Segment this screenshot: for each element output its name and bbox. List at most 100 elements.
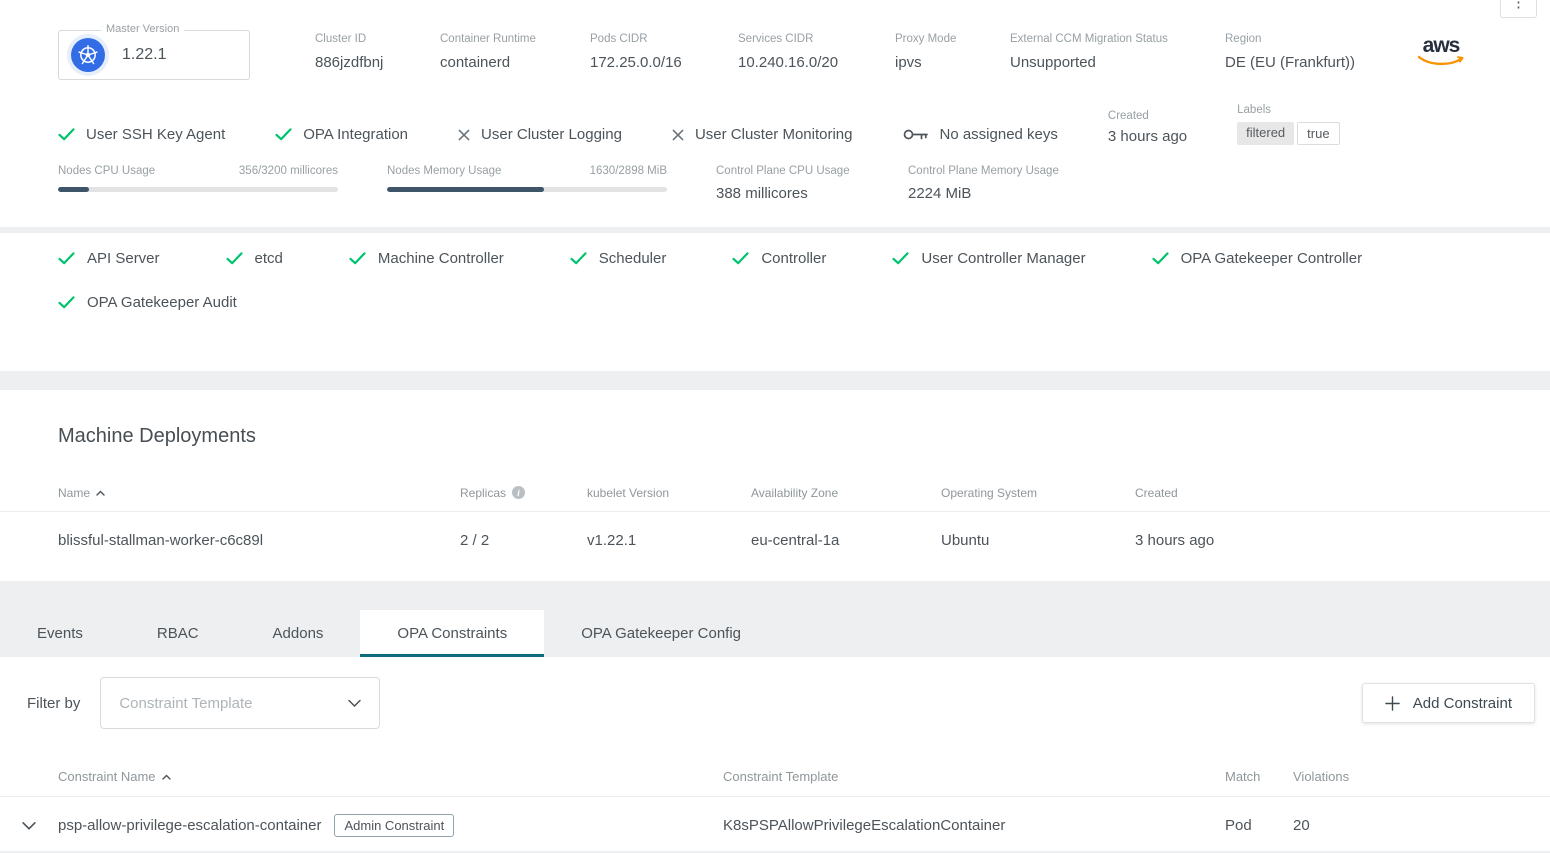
usage-label: Nodes CPU Usage xyxy=(58,165,155,177)
column-header-replicas: Replicas i xyxy=(460,486,587,500)
info-services-cidr: Services CIDR 10.240.16.0/20 xyxy=(738,33,895,71)
info-pods-cidr: Pods CIDR 172.25.0.0/16 xyxy=(590,33,738,71)
progress-bar-fill xyxy=(58,187,89,192)
health-api-server: API Server xyxy=(58,250,160,267)
cross-icon xyxy=(672,129,684,141)
column-header-created: Created xyxy=(1135,486,1550,500)
more-actions-button[interactable]: ⋮ xyxy=(1500,0,1537,18)
health-user-controller-manager: User Controller Manager xyxy=(892,250,1085,267)
usage-value: 1630/2898 MiB xyxy=(590,165,667,177)
constraint-template: K8sPSPAllowPrivilegeEscalationContainer xyxy=(723,817,1225,834)
sort-asc-icon xyxy=(162,774,171,780)
column-header-constraint-template: Constraint Template xyxy=(723,769,1225,784)
control-plane-cpu-usage: Control Plane CPU Usage 388 millicores xyxy=(716,165,859,202)
health-controller: Controller xyxy=(732,250,826,267)
feature-user-cluster-logging: User Cluster Logging xyxy=(458,126,622,145)
info-ccm-migration-status: External CCM Migration Status Unsupporte… xyxy=(1010,33,1225,71)
health-label: API Server xyxy=(87,250,160,267)
constraint-name: psp-allow-privilege-escalation-container xyxy=(58,817,321,834)
usage-value: 388 millicores xyxy=(716,185,859,202)
machine-deployments-card: Machine Deployments Name Replicas i kube… xyxy=(0,390,1550,581)
health-label: OPA Gatekeeper Audit xyxy=(87,294,237,311)
tab-rbac[interactable]: RBAC xyxy=(120,610,236,657)
check-icon xyxy=(275,128,292,141)
health-scheduler: Scheduler xyxy=(570,250,667,267)
labels-label: Labels xyxy=(1237,104,1339,116)
constraint-template-select[interactable]: Constraint Template xyxy=(100,677,380,729)
feature-label: User Cluster Logging xyxy=(481,126,622,143)
constraint-violations: 20 xyxy=(1293,817,1550,834)
cluster-info-columns: Cluster ID 886jzdfbnj Container Runtime … xyxy=(315,30,1415,71)
health-checks-card: API Server etcd Machine Controller Sched… xyxy=(0,233,1550,371)
constraints-table: Constraint Name Constraint Template Matc… xyxy=(0,757,1550,853)
info-container-runtime: Container Runtime containerd xyxy=(440,33,590,71)
sort-asc-icon xyxy=(96,490,105,496)
machine-deployments-table: Name Replicas i kubelet Version Availabi… xyxy=(0,474,1550,568)
progress-bar-fill xyxy=(387,187,544,192)
admin-constraint-badge: Admin Constraint xyxy=(334,814,454,837)
label-chip-key: filtered xyxy=(1237,122,1294,145)
column-header-name[interactable]: Name xyxy=(58,486,460,500)
table-header-row: Name Replicas i kubelet Version Availabi… xyxy=(0,474,1550,512)
labels-block: Labels filtered true xyxy=(1237,104,1339,145)
column-header-operating-system: Operating System xyxy=(941,486,1135,500)
chevron-down-icon xyxy=(22,821,36,830)
column-header-kubelet-version: kubelet Version xyxy=(587,486,751,500)
master-version-field[interactable]: Master Version 1.22.1 xyxy=(58,30,250,80)
feature-opa-integration: OPA Integration xyxy=(275,126,408,145)
cluster-summary-card: ⋮ Master Version 1.22.1 xyxy=(0,0,1550,227)
health-opa-gatekeeper-controller: OPA Gatekeeper Controller xyxy=(1152,250,1362,267)
constraint-row[interactable]: psp-allow-privilege-escalation-container… xyxy=(0,797,1550,853)
kubernetes-logo-icon xyxy=(71,38,105,72)
created-block: Created 3 hours ago xyxy=(1108,110,1187,145)
check-icon xyxy=(58,296,75,309)
tab-opa-constraints[interactable]: OPA Constraints xyxy=(360,610,544,657)
master-version-value: 1.22.1 xyxy=(122,46,166,64)
column-header-availability-zone: Availability Zone xyxy=(751,486,941,500)
master-version-label: Master Version xyxy=(101,23,184,35)
check-icon xyxy=(732,252,749,265)
check-icon xyxy=(226,252,243,265)
usage-label: Nodes Memory Usage xyxy=(387,165,501,177)
health-machine-controller: Machine Controller xyxy=(349,250,504,267)
feature-user-cluster-monitoring: User Cluster Monitoring xyxy=(672,126,853,145)
opa-constraints-panel: Filter by Constraint Template Add Constr… xyxy=(0,657,1550,851)
feature-label: OPA Integration xyxy=(303,126,408,143)
check-icon xyxy=(58,252,75,265)
ssh-keys-status: No assigned keys xyxy=(903,126,1058,145)
nodes-cpu-usage: Nodes CPU Usage 356/3200 millicores xyxy=(58,165,338,202)
feature-label: User Cluster Monitoring xyxy=(695,126,853,143)
feature-label: User SSH Key Agent xyxy=(86,126,225,143)
add-constraint-button[interactable]: Add Constraint xyxy=(1362,683,1535,723)
md-cell-availability-zone: eu-central-1a xyxy=(751,532,941,549)
kebab-menu-icon: ⋮ xyxy=(1511,0,1526,11)
health-label: User Controller Manager xyxy=(921,250,1085,267)
aws-provider-logo: aws xyxy=(1415,36,1467,68)
filter-by-label: Filter by xyxy=(27,695,80,712)
control-plane-memory-usage: Control Plane Memory Usage 2224 MiB xyxy=(908,165,1051,202)
constraint-match: Pod xyxy=(1225,817,1293,834)
tab-opa-gatekeeper-config[interactable]: OPA Gatekeeper Config xyxy=(544,610,778,657)
expand-row-button[interactable] xyxy=(0,821,58,830)
tab-events[interactable]: Events xyxy=(0,610,120,657)
md-cell-operating-system: Ubuntu xyxy=(941,532,1135,549)
info-cluster-id: Cluster ID 886jzdfbnj xyxy=(315,33,440,71)
md-cell-replicas: 2 / 2 xyxy=(460,532,587,549)
feature-user-ssh-key-agent: User SSH Key Agent xyxy=(58,126,225,145)
created-label: Created xyxy=(1108,110,1187,122)
health-label: Machine Controller xyxy=(378,250,504,267)
health-label: Scheduler xyxy=(599,250,667,267)
machine-deployment-row[interactable]: blissful-stallman-worker-c6c89l 2 / 2 v1… xyxy=(0,512,1550,568)
select-placeholder: Constraint Template xyxy=(119,695,252,712)
column-header-constraint-name[interactable]: Constraint Name xyxy=(58,769,723,784)
health-label: OPA Gatekeeper Controller xyxy=(1181,250,1362,267)
health-label: etcd xyxy=(255,250,283,267)
plus-icon xyxy=(1385,696,1400,711)
tab-addons[interactable]: Addons xyxy=(236,610,361,657)
progress-bar xyxy=(58,187,338,192)
cluster-detail-tabs: Events RBAC Addons OPA Constraints OPA G… xyxy=(0,610,1550,657)
health-opa-gatekeeper-audit: OPA Gatekeeper Audit xyxy=(58,294,1492,311)
info-icon[interactable]: i xyxy=(512,486,525,499)
info-region: Region DE (EU (Frankfurt)) xyxy=(1225,33,1415,71)
usage-label: Control Plane CPU Usage xyxy=(716,165,859,177)
